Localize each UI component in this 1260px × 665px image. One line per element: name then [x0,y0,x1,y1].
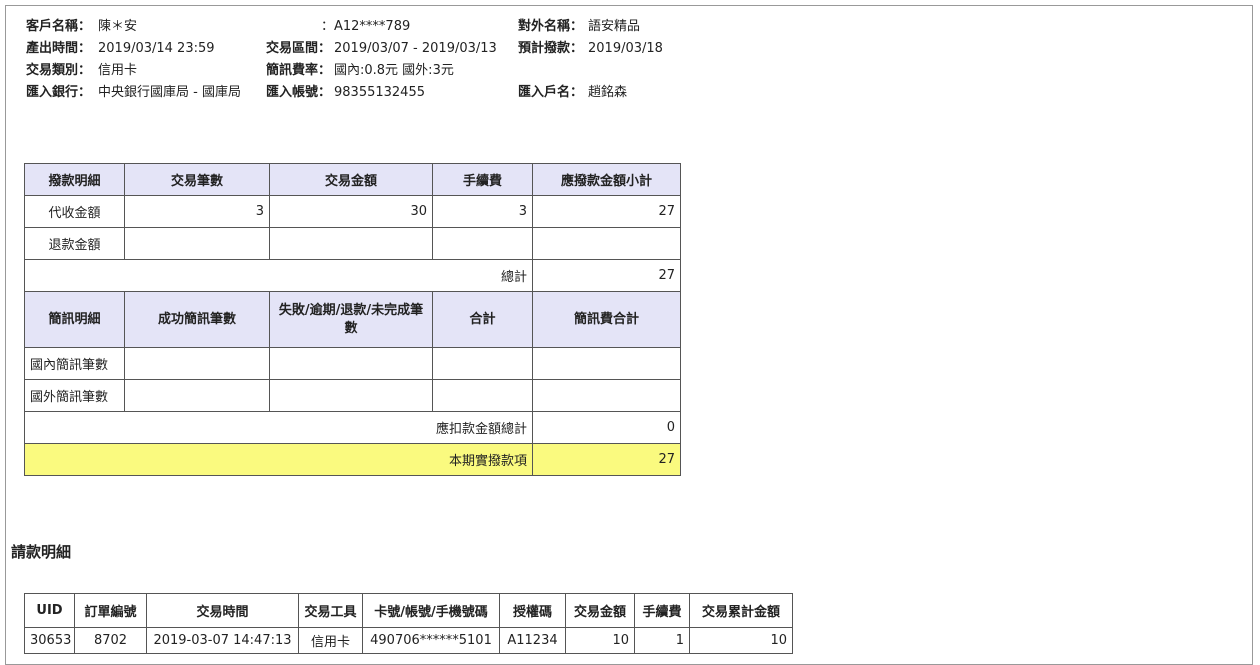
payout-header-row: 撥款明細 交易筆數 交易金額 手續費 應撥款金額小計 [24,163,681,196]
deduct-row: 應扣款金額總計 0 [24,411,681,444]
sms-domestic-failed [269,347,433,380]
detail-uid: 30653 [24,627,75,654]
detail-header-row: UID 訂單編號 交易時間 交易工具 卡號/帳號/手機號碼 授權碼 交易金額 手… [24,593,793,628]
sms-foreign-failed [269,379,433,412]
payout-header-cell: 交易筆數 [124,163,270,196]
payout-header-cell: 應撥款金額小計 [532,163,681,196]
detail-txn-tool: 信用卡 [298,627,363,654]
txn-type-value: 信用卡 [98,63,138,78]
collect-amount: 30 [269,195,433,228]
detail-section-title: 請款明細 [11,543,72,561]
sms-foreign-fee [532,379,681,412]
detail-header-cell: 手續費 [634,593,690,628]
detail-header-cell: 授權碼 [499,593,566,628]
sms-rate-value: 國內:0.8元 國外:3元 [334,63,454,78]
detail-header-cell: 交易累計金額 [689,593,793,628]
expected-payout-value: 2019/03/18 [588,41,663,56]
sms-header-cell: 成功簡訊筆數 [124,291,270,348]
total-value: 27 [532,259,681,292]
sms-domestic-success [124,347,270,380]
sms-header-cell: 合計 [432,291,533,348]
refund-row: 退款金額 [24,227,681,260]
detail-header-cell: 訂單編號 [74,593,147,628]
produced-time-label: 產出時間： [26,41,92,56]
account-value: 98355132455 [334,85,425,100]
table-row: 30653 8702 2019-03-07 14:47:13 信用卡 49070… [24,627,793,654]
claim-detail-table: UID 訂單編號 交易時間 交易工具 卡號/帳號/手機號碼 授權碼 交易金額 手… [24,593,793,654]
sms-header-cell: 簡訊費合計 [532,291,681,348]
collect-count: 3 [124,195,270,228]
produced-time-value: 2019/03/14 23:59 [98,41,215,56]
total-label: 總計 [24,259,533,292]
bank-label: 匯入銀行： [26,85,92,100]
collect-subtotal: 27 [532,195,681,228]
expected-payout-label: 預計撥款： [518,41,584,56]
deduct-value: 0 [532,411,681,444]
sms-rate-label: 簡訊費率： [266,63,332,78]
detail-header-cell: 交易時間 [146,593,299,628]
holder-value: 趙銘森 [588,85,628,100]
sms-header-cell: 簡訊明細 [24,291,125,348]
sms-domestic-fee [532,347,681,380]
refund-fee [432,227,533,260]
statement-frame: 客戶名稱： 陳＊安 ： A12****789 對外名稱： 語安精品 產出時間： … [5,5,1253,665]
detail-fee: 1 [634,627,690,654]
payout-header-cell: 撥款明細 [24,163,125,196]
deduct-label: 應扣款金額總計 [24,411,533,444]
sms-domestic-row: 國內簡訊筆數 [24,347,681,380]
sms-foreign-row: 國外簡訊筆數 [24,379,681,412]
sms-header-cell: 失敗/逾期/退款/未完成筆數 [269,291,433,348]
account-label: 匯入帳號： [266,85,332,100]
id-separator: ： [321,19,335,34]
customer-name-value: 陳＊安 [98,19,138,34]
period-label: 交易區間： [266,41,332,56]
sms-domestic-label: 國內簡訊筆數 [24,347,125,380]
id-number-value: A12****789 [334,19,411,34]
txn-type-label: 交易類別： [26,63,92,78]
collect-row: 代收金額 3 30 3 27 [24,195,681,228]
sms-domestic-sum [432,347,533,380]
detail-cumulative: 10 [689,627,793,654]
shop-name-value: 語安精品 [588,19,641,34]
payout-summary-table: 撥款明細 交易筆數 交易金額 手續費 應撥款金額小計 代收金額 3 30 3 2… [24,163,681,476]
detail-header-cell: 交易金額 [565,593,635,628]
collect-label: 代收金額 [24,195,125,228]
sms-header-row: 簡訊明細 成功簡訊筆數 失敗/逾期/退款/未完成筆數 合計 簡訊費合計 [24,291,681,348]
refund-label: 退款金額 [24,227,125,260]
refund-count [124,227,270,260]
detail-card-no: 490706******5101 [362,627,500,654]
actual-payout-label: 本期實撥款項 [24,443,533,476]
actual-payout-value: 27 [532,443,681,476]
actual-payout-row: 本期實撥款項 27 [24,443,681,476]
detail-txn-time: 2019-03-07 14:47:13 [146,627,299,654]
detail-header-cell: 交易工具 [298,593,363,628]
detail-header-cell: 卡號/帳號/手機號碼 [362,593,500,628]
bank-value: 中央銀行國庫局 - 國庫局 [98,85,241,100]
sms-foreign-sum [432,379,533,412]
detail-amount: 10 [565,627,635,654]
refund-amount [269,227,433,260]
holder-label: 匯入戶名： [518,85,584,100]
payout-header-cell: 手續費 [432,163,533,196]
collect-fee: 3 [432,195,533,228]
sms-foreign-success [124,379,270,412]
detail-auth-code: A11234 [499,627,566,654]
refund-subtotal [532,227,681,260]
period-value: 2019/03/07 - 2019/03/13 [334,41,497,56]
detail-header-cell: UID [24,593,75,628]
shop-name-label: 對外名稱： [518,19,584,34]
sms-foreign-label: 國外簡訊筆數 [24,379,125,412]
customer-name-label: 客戶名稱： [26,19,92,34]
payout-header-cell: 交易金額 [269,163,433,196]
total-row: 總計 27 [24,259,681,292]
detail-order-no: 8702 [74,627,147,654]
